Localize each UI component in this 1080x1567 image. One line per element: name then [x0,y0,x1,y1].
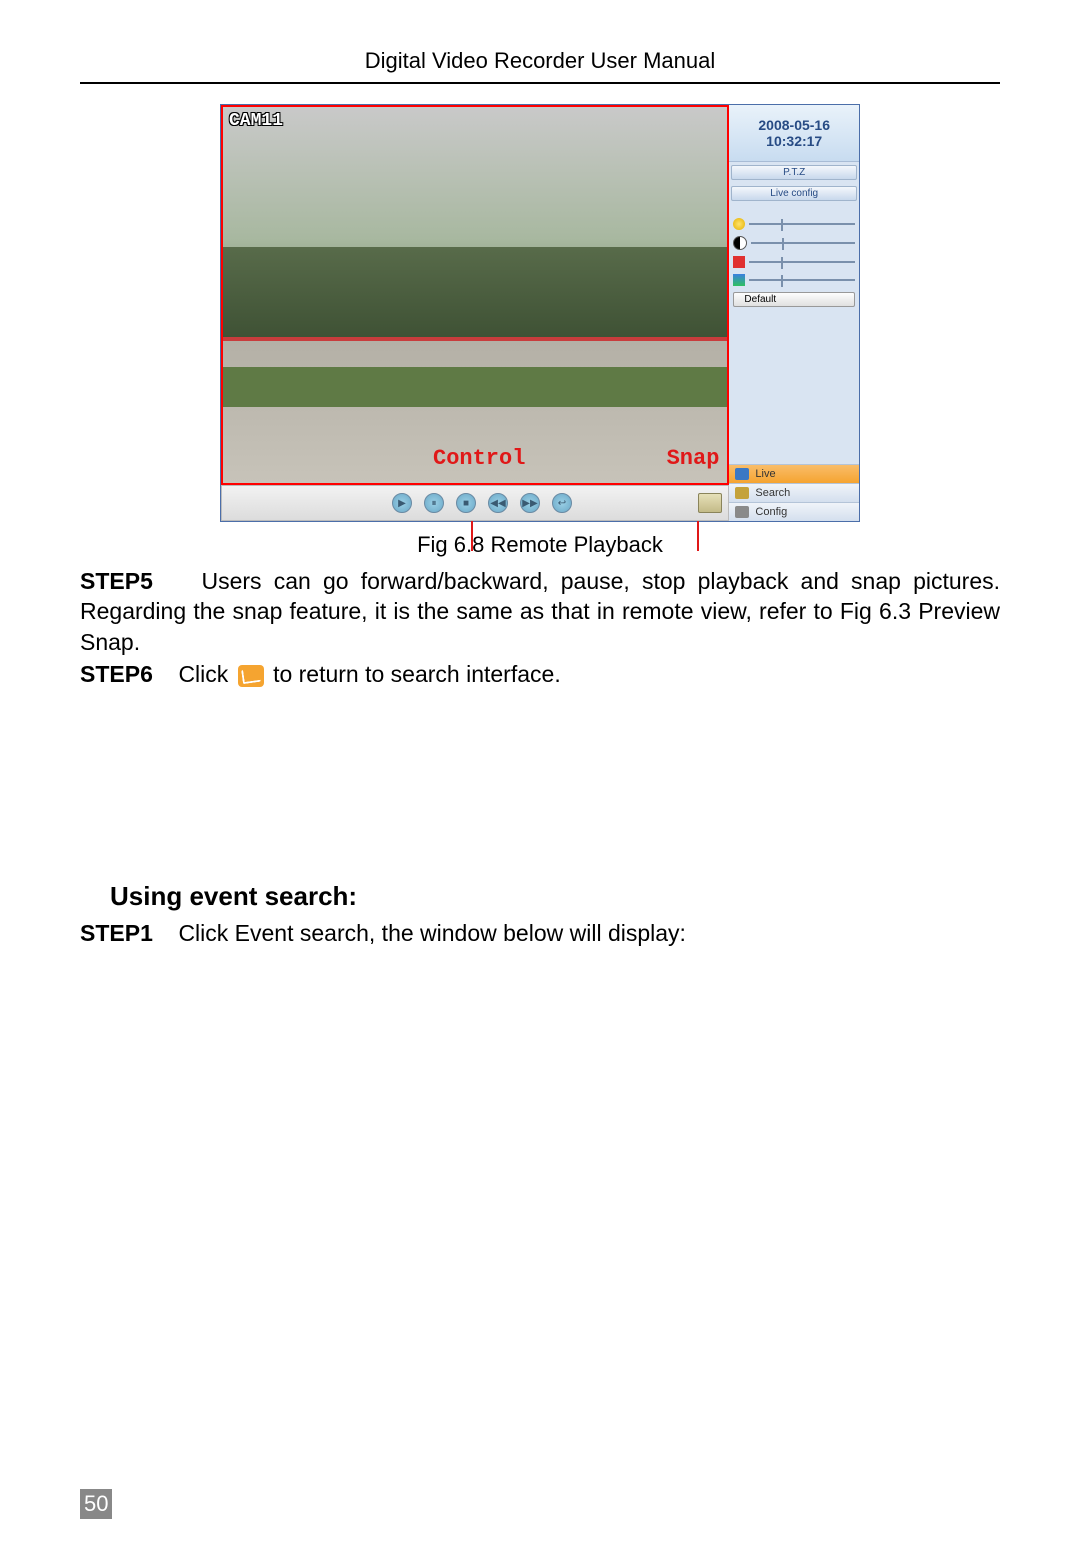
overlay-snap-label: Snap [667,446,720,471]
pause-icon[interactable]: ⏸ [424,493,444,513]
overlay-control-label: Control [433,446,525,471]
tab-live-config[interactable]: Live config [731,186,857,201]
default-button[interactable]: Default [733,292,855,307]
figure-caption: Fig 6.8 Remote Playback [220,532,860,558]
brightness-slider[interactable] [733,218,855,230]
search-icon [735,487,749,499]
contrast-slider[interactable] [733,236,855,250]
stop-icon[interactable]: ■ [456,493,476,513]
step6-paragraph: STEP6 Click to return to search interfac… [80,659,1000,689]
page-header: Digital Video Recorder User Manual [80,48,1000,84]
step1-paragraph: STEP1 Click Event search, the window bel… [80,918,1000,948]
step5-paragraph: STEP5 Users can go forward/backward, pau… [80,566,1000,657]
step5-label: STEP5 [80,568,153,594]
annotation-line [471,521,473,551]
hue-slider[interactable] [733,274,855,286]
play-icon[interactable]: ▶ [392,493,412,513]
tab-ptz[interactable]: P.T.Z [731,165,857,180]
step1-label: STEP1 [80,920,153,946]
page-number: 50 [80,1489,112,1519]
annotation-line [697,521,699,551]
hue-icon [733,274,745,286]
datetime-display: 2008-05-16 10:32:17 [729,105,859,162]
figure-remote-playback: CAM11 Control Snap ▶ ⏸ ■ ◀◀ ▶▶ [220,104,860,566]
nav-config[interactable]: Config [729,502,859,521]
snap-icon[interactable] [698,493,722,513]
nav-search[interactable]: Search [729,483,859,502]
saturation-slider[interactable] [733,256,855,268]
nav-live[interactable]: Live [729,464,859,483]
saturation-icon [733,256,745,268]
contrast-icon [733,236,747,250]
forward-icon[interactable]: ▶▶ [520,493,540,513]
video-viewport: CAM11 Control Snap [221,105,729,485]
brightness-icon [733,218,745,230]
section-using-event-search: Using event search: [80,879,1000,913]
gear-icon [735,506,749,518]
playback-toolbar: ▶ ⏸ ■ ◀◀ ▶▶ ↩ [221,485,729,521]
rewind-icon[interactable]: ◀◀ [488,493,508,513]
camera-label: CAM11 [229,111,283,131]
eye-icon [735,468,749,480]
return-icon[interactable]: ↩ [552,493,572,513]
step6-label: STEP6 [80,661,153,687]
return-icon [238,665,264,687]
